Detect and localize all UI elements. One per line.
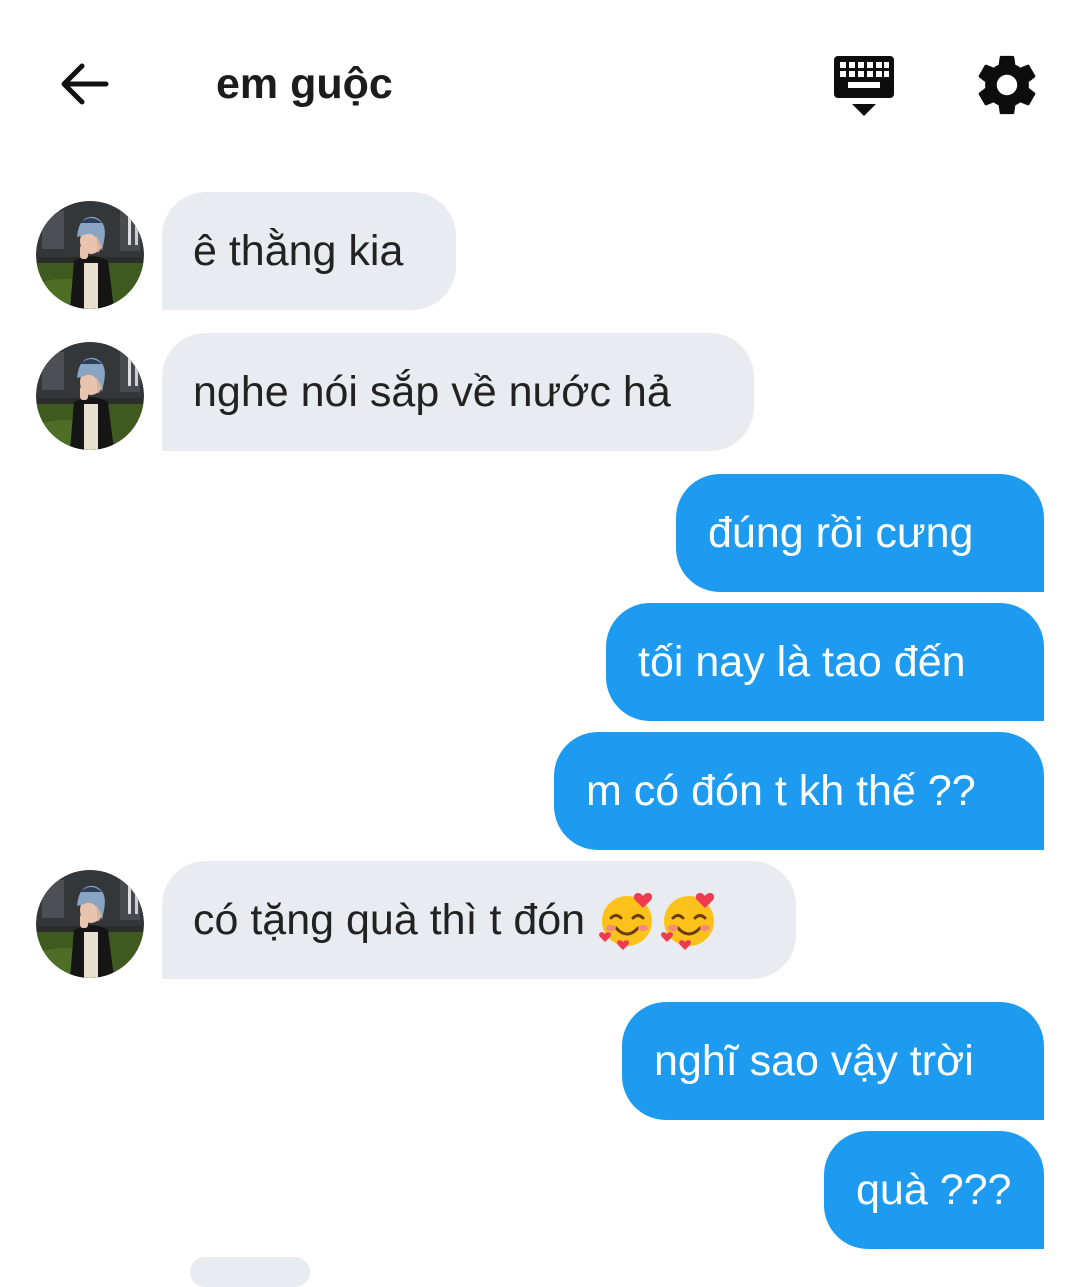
message-text: đúng rồi cưng: [708, 508, 974, 557]
smiling-face-with-hearts-icon: [597, 890, 657, 950]
outgoing-message-bubble[interactable]: nghĩ sao vậy trời: [622, 1002, 1044, 1120]
message-text: có tặng quà thì t đón: [193, 895, 586, 944]
incoming-message-bubble[interactable]: nghe nói sắp về nước hả: [162, 333, 754, 451]
conversation-title: em guộc: [216, 60, 393, 108]
outgoing-message-bubble[interactable]: tối nay là tao đến: [606, 603, 1044, 721]
arrow-left-icon: [61, 63, 109, 105]
outgoing-message-bubble[interactable]: đúng rồi cưng: [676, 474, 1044, 592]
message-text: nghe nói sắp về nước hả: [193, 367, 671, 416]
message-text: tối nay là tao đến: [638, 637, 966, 686]
message-text: nghĩ sao vậy trời: [654, 1036, 974, 1085]
settings-button[interactable]: [972, 50, 1042, 120]
keyboard-toggle-button[interactable]: [828, 52, 900, 120]
keyboard-hide-icon: [834, 56, 894, 116]
gear-icon: [978, 55, 1036, 115]
incoming-message-bubble[interactable]: ê thằng kia: [162, 192, 456, 310]
back-button[interactable]: [52, 52, 116, 116]
contact-avatar[interactable]: [36, 201, 144, 309]
incoming-message-bubble[interactable]: có tặng quà thì t đón: [162, 861, 796, 979]
message-text: m có đón t kh thế ??: [586, 766, 976, 815]
message-text: quà ???: [856, 1165, 1012, 1214]
outgoing-message-bubble[interactable]: quà ???: [824, 1131, 1044, 1249]
message-text: ê thằng kia: [193, 226, 404, 275]
contact-avatar[interactable]: [36, 870, 144, 978]
chat-header: em guộc: [0, 0, 1080, 170]
smiling-face-with-hearts-icon: [659, 890, 719, 950]
contact-avatar[interactable]: [36, 342, 144, 450]
partial-incoming-bubble: [190, 1257, 310, 1287]
outgoing-message-bubble[interactable]: m có đón t kh thế ??: [554, 732, 1044, 850]
